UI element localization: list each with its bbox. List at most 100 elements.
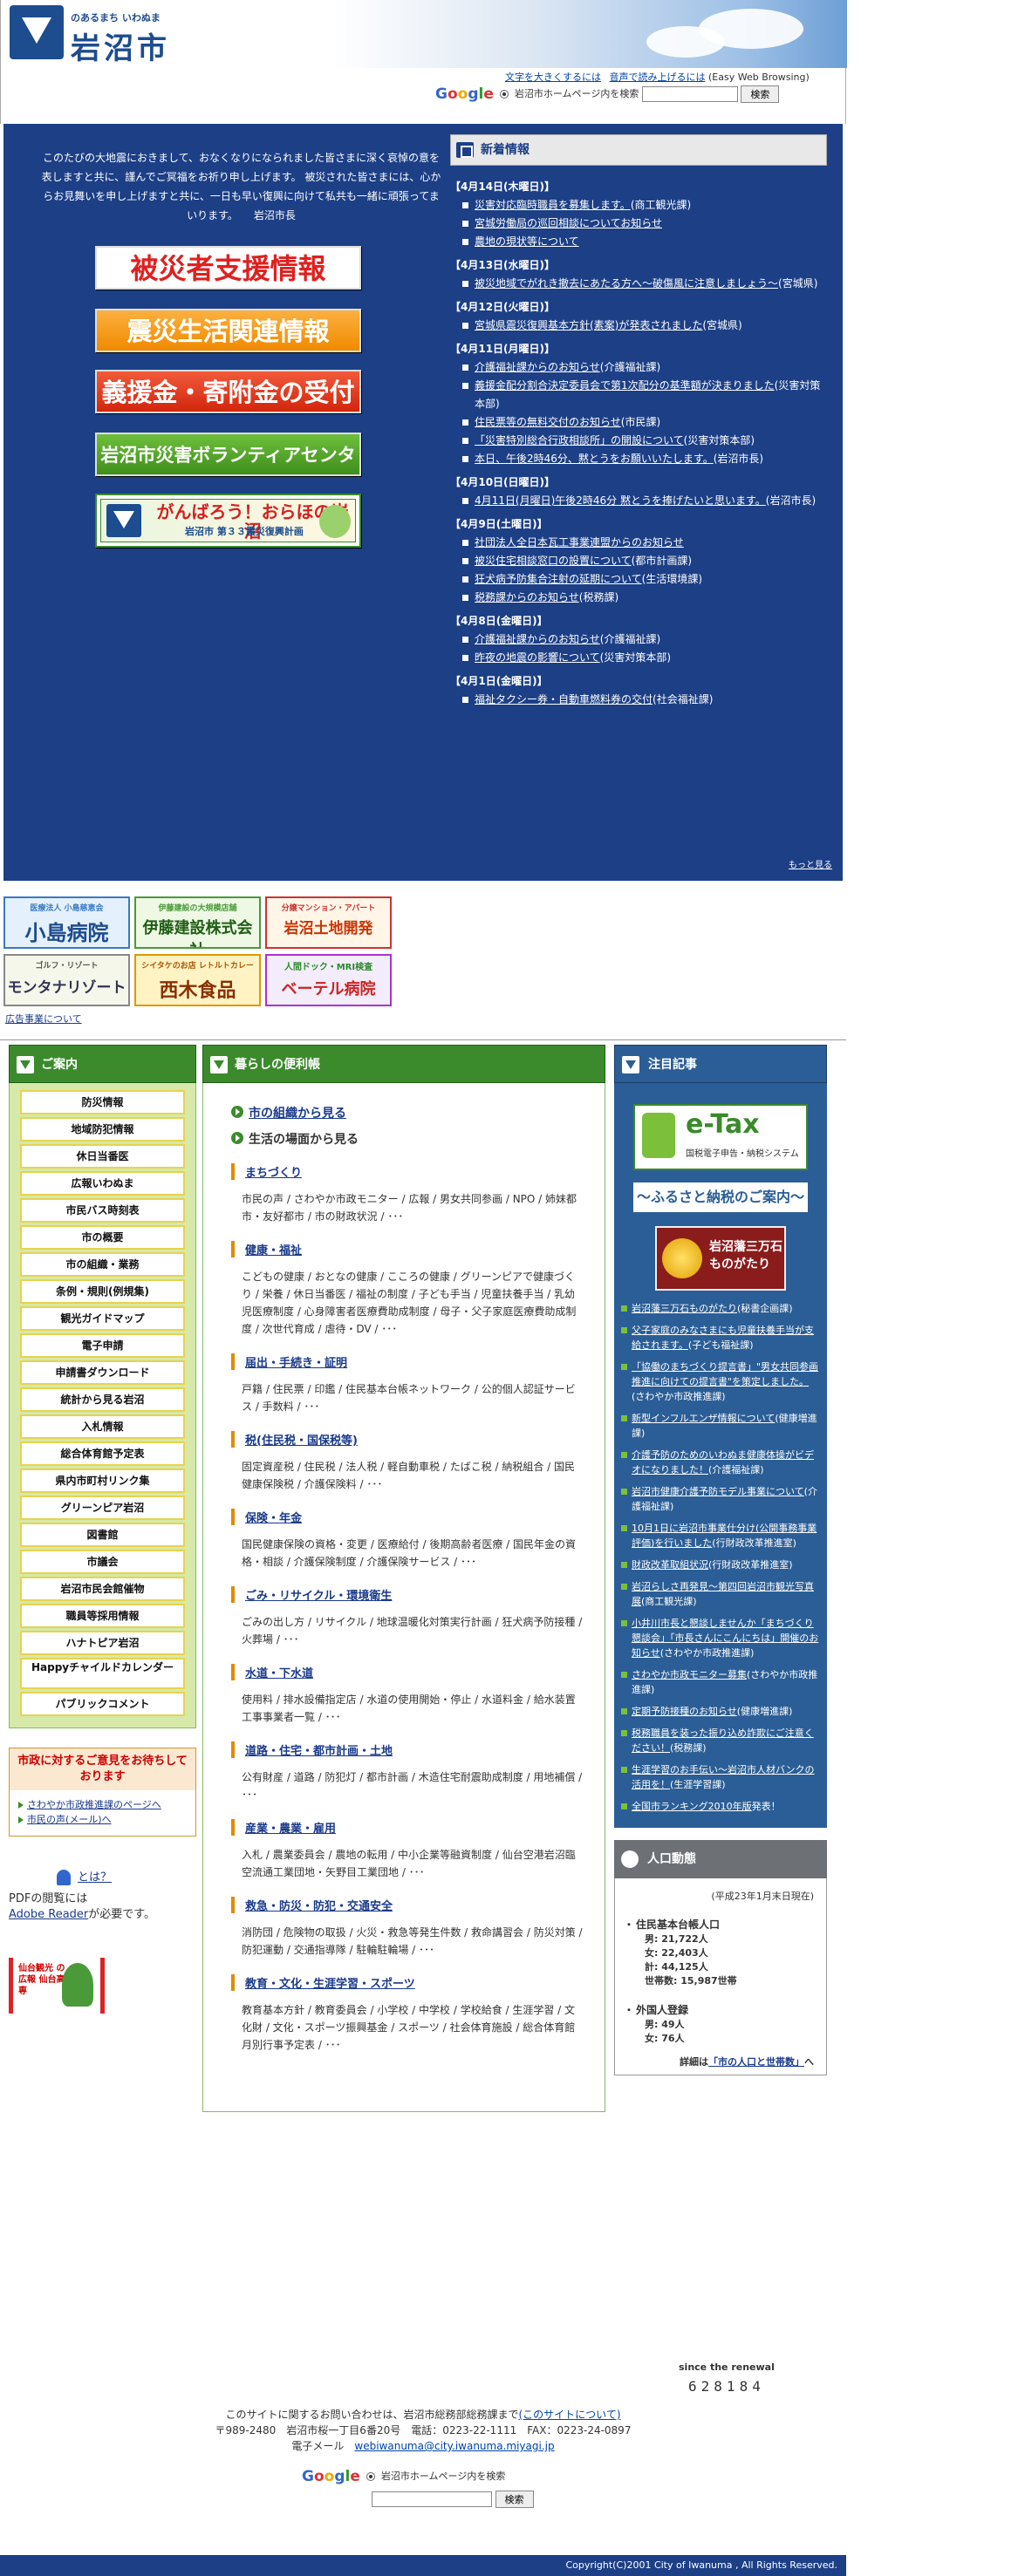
news-item: 「災害特別総合行政相談所」の開設について(災害対策本部) bbox=[450, 432, 827, 450]
life-category-link[interactable]: 救急・防災・防犯・交通安全 bbox=[245, 1900, 393, 1913]
news-date: 【4月10日(日曜日)】 bbox=[450, 476, 556, 488]
news-item-link[interactable]: 社団法人全日本瓦工事業連盟からのお知らせ bbox=[475, 536, 684, 549]
news-item-link[interactable]: 義援金配分割合決定委員会で第1次配分の基準額が決まりました bbox=[475, 379, 775, 392]
guide-menu-item[interactable]: 条例・規則(例規集) bbox=[20, 1279, 185, 1304]
news-item-link[interactable]: 介護福祉課からのお知らせ bbox=[475, 633, 600, 645]
ad-banner[interactable]: シイタケのお店 レトルトカレー 西木食品 bbox=[134, 954, 261, 1006]
news-item-link[interactable]: 福祉タクシー券・自動車燃料券の交付 bbox=[475, 693, 653, 705]
ganbarou-iwanuma-banner[interactable]: がんばろう！おらほの岩沼 岩沼市 第３３震災復興計画 bbox=[95, 494, 361, 548]
news-item-link[interactable]: 農地の現状等について bbox=[475, 235, 579, 248]
guide-menu-item[interactable]: 申請書ダウンロード bbox=[20, 1360, 185, 1385]
featured-article-link[interactable]: 全国市ランキング2010年版 bbox=[632, 1801, 752, 1812]
life-category-link[interactable]: ごみ・リサイクル・環境衛生 bbox=[245, 1590, 392, 1603]
kahoku-banner[interactable]: 仙台観光 の広報 仙台高専 bbox=[9, 1957, 105, 2014]
iwanuma-story-banner[interactable]: 岩沼藩三万石ものがたり bbox=[655, 1226, 786, 1291]
guide-menu-item[interactable]: 休日当番医 bbox=[20, 1144, 185, 1169]
about-site-link[interactable]: (このサイトについて) bbox=[519, 2409, 621, 2421]
life-category: まちづくり 市民の声 / さわやか市政モニター / 広報 / 男女共同参画 / N… bbox=[231, 1163, 585, 1225]
guide-menu-item[interactable]: 総合体育館予定表 bbox=[20, 1441, 185, 1466]
news-item-link[interactable]: 本日、午後2時46分、黙とうをお願いいたします。 bbox=[475, 453, 714, 465]
guide-menu-item[interactable]: 観光ガイドマップ bbox=[20, 1306, 185, 1331]
life-category-description: 固定資産税 / 住民税 / 法人税 / 軽自動車税 / たばこ税 / 納税組合 … bbox=[242, 1461, 576, 1490]
by-organization-link[interactable]: 市の組織から見る bbox=[249, 1107, 346, 1121]
news-item-link[interactable]: 介護福祉課からのお知らせ bbox=[475, 361, 600, 373]
guide-menu-item[interactable]: Happyチャイルドカレンダー bbox=[20, 1658, 185, 1689]
featured-article-link[interactable]: 財政改革取組状況 bbox=[632, 1559, 708, 1571]
voice-reading-link[interactable]: 音声で読み上げるには bbox=[610, 72, 706, 83]
news-item-link[interactable]: 住民票等の無料交付のお知らせ bbox=[475, 416, 621, 428]
life-category-link[interactable]: 健康・福祉 bbox=[245, 1244, 302, 1257]
site-search-radio[interactable] bbox=[500, 90, 509, 99]
featured-article-link[interactable]: 定期予防接種のお知らせ bbox=[632, 1706, 737, 1717]
life-category-description: 教育基本方針 / 教育委員会 / 小学校 / 中学校 / 学校給食 / 生涯学習… bbox=[242, 2004, 576, 2051]
guide-menu-item[interactable]: 市の組織・業務 bbox=[20, 1252, 185, 1277]
guide-menu-item[interactable]: 広報いわぬま bbox=[20, 1171, 185, 1196]
news-item-link[interactable]: 昨夜の地震の影響について bbox=[475, 651, 600, 664]
news-item-link[interactable]: 被災住宅相談窓口の設置について bbox=[475, 555, 632, 567]
ad-banner[interactable]: ゴルフ・リゾート モンタナリゾート bbox=[3, 954, 130, 1006]
text-size-link[interactable]: 文字を大きくするには bbox=[505, 72, 601, 83]
guide-menu-item[interactable]: 電子申請 bbox=[20, 1333, 185, 1358]
news-item-link[interactable]: 災害対応臨時職員を募集します。 bbox=[475, 199, 631, 211]
footer-search-button[interactable]: 検索 bbox=[495, 2491, 534, 2508]
guide-menu-item[interactable]: 入札情報 bbox=[20, 1414, 185, 1439]
earthquake-life-info-banner[interactable]: 震災生活関連情報 bbox=[95, 309, 361, 352]
featured-article-link[interactable]: 「協働のまちづくり提言書」"男女共同参画推進に向けての提言書"を策定しました。 bbox=[632, 1361, 818, 1387]
life-category-link[interactable]: 教育・文化・生涯学習・スポーツ bbox=[245, 1978, 415, 1991]
ad-banner[interactable]: 医療法人 小島慈恵会 小島病院 bbox=[3, 896, 130, 949]
city-logo[interactable]: のあるまち いわぬま 岩沼市 bbox=[10, 5, 184, 66]
guide-menu-item[interactable]: ハナトピア岩沼 bbox=[20, 1631, 185, 1655]
guide-menu-item[interactable]: 市議会 bbox=[20, 1550, 185, 1574]
guide-menu-item[interactable]: グリーンピア岩沼 bbox=[20, 1496, 185, 1520]
ad-program-link[interactable]: 広告事業について bbox=[5, 1013, 82, 1025]
life-category-link[interactable]: 税(住民税・国保税等) bbox=[245, 1435, 358, 1448]
life-category-link[interactable]: 保険・年金 bbox=[245, 1512, 302, 1525]
guide-menu-item[interactable]: 防災情報 bbox=[20, 1090, 185, 1114]
adobe-reader-link[interactable]: Adobe Reader bbox=[9, 1908, 88, 1921]
ad-banner[interactable]: 分譲マンション・アパート 岩沼土地開発 bbox=[265, 896, 392, 949]
guide-menu-item[interactable]: 県内市町村リンク集 bbox=[20, 1469, 185, 1493]
site-search-radio[interactable] bbox=[366, 2472, 376, 2481]
news-item-link[interactable]: 「災害特別総合行政相談所」の開設について bbox=[475, 434, 684, 446]
etax-banner[interactable]: e-Tax 国税電子申告・納税システム bbox=[633, 1104, 808, 1170]
guide-menu-item[interactable]: 地域防犯情報 bbox=[20, 1117, 185, 1141]
sawayaka-page-link[interactable]: さわやか市政推進課のページへ bbox=[27, 1799, 161, 1810]
volunteer-center-banner[interactable]: 岩沼市災害ボランティアセンター bbox=[95, 433, 361, 508]
donation-banner[interactable]: 義援金・寄附金の受付 bbox=[95, 370, 361, 413]
furusato-tax-banner[interactable]: ～ふるさと納税のご案内～ bbox=[633, 1182, 808, 1212]
guide-menu-item[interactable]: 統計から見る岩沼 bbox=[20, 1387, 185, 1412]
featured-article-link[interactable]: 岩沼藩三万石ものがたり bbox=[632, 1303, 737, 1314]
footer-search-input[interactable] bbox=[372, 2491, 492, 2507]
featured-article-link[interactable]: さわやか市政モニター募集 bbox=[632, 1669, 747, 1680]
life-category-link[interactable]: 道路・住宅・都市計画・土地 bbox=[245, 1745, 393, 1758]
what-is-link[interactable]: とは？ bbox=[78, 1871, 112, 1884]
guide-menu-item[interactable]: 図書館 bbox=[20, 1523, 185, 1547]
news-item-link[interactable]: 宮城労働局の巡回相談についてお知らせ bbox=[475, 217, 662, 229]
more-news-link[interactable]: もっと見る bbox=[789, 861, 832, 870]
victim-support-banner[interactable]: 被災者支援情報 bbox=[95, 246, 361, 290]
guide-menu-item[interactable]: 市の概要 bbox=[20, 1225, 185, 1250]
population-detail-link[interactable]: 「市の人口と世帯数」 bbox=[708, 2056, 804, 2068]
news-item-link[interactable]: 宮城県震災復興基本方針(素案)が発表されました bbox=[475, 319, 702, 331]
guide-menu-item[interactable]: 岩沼市民会館催物 bbox=[20, 1577, 185, 1601]
life-category-link[interactable]: 届出・手続き・証明 bbox=[245, 1357, 347, 1370]
news-item-link[interactable]: 狂犬病予防集合注射の延期について bbox=[475, 573, 642, 585]
featured-article-link[interactable]: 税務職員を装った振り込め詐欺にご注意ください！ bbox=[632, 1728, 814, 1754]
search-button[interactable]: 検索 bbox=[741, 85, 780, 103]
news-item-link[interactable]: 被災地域でがれき撤去にあたる方へ～破傷風に注意しましょう～ bbox=[475, 277, 778, 290]
news-item-link[interactable]: 税務課からのお知らせ bbox=[475, 591, 579, 603]
featured-article-link[interactable]: 岩沼市健康介護予防モデル事業について bbox=[632, 1486, 804, 1497]
life-category-link[interactable]: まちづくり bbox=[245, 1167, 302, 1180]
ad-banner[interactable]: 伊藤建設の大規模店舗 伊藤建設株式会社 bbox=[134, 896, 261, 949]
guide-menu-item[interactable]: 市民バス時刻表 bbox=[20, 1198, 185, 1223]
email-link[interactable]: webiwanuma@city.iwanuma.miyagi.jp bbox=[354, 2440, 554, 2452]
life-category-link[interactable]: 産業・農業・雇用 bbox=[245, 1823, 336, 1836]
ad-banner[interactable]: 人間ドック・MRI検査 ベーテル病院 bbox=[265, 954, 392, 1006]
guide-menu-item[interactable]: 職員等採用情報 bbox=[20, 1604, 185, 1628]
search-input[interactable] bbox=[641, 86, 738, 102]
guide-menu-item[interactable]: パブリックコメント bbox=[20, 1692, 185, 1716]
life-category-link[interactable]: 水道・下水道 bbox=[245, 1667, 313, 1680]
citizen-voice-mail-link[interactable]: 市民の声(メール)へ bbox=[27, 1814, 112, 1825]
featured-article-link[interactable]: 新型インフルエンザ情報について bbox=[632, 1413, 775, 1424]
news-item-link[interactable]: 4月11日(月曜日)午後2時46分 黙とうを捧げたいと思います。 bbox=[475, 494, 766, 507]
